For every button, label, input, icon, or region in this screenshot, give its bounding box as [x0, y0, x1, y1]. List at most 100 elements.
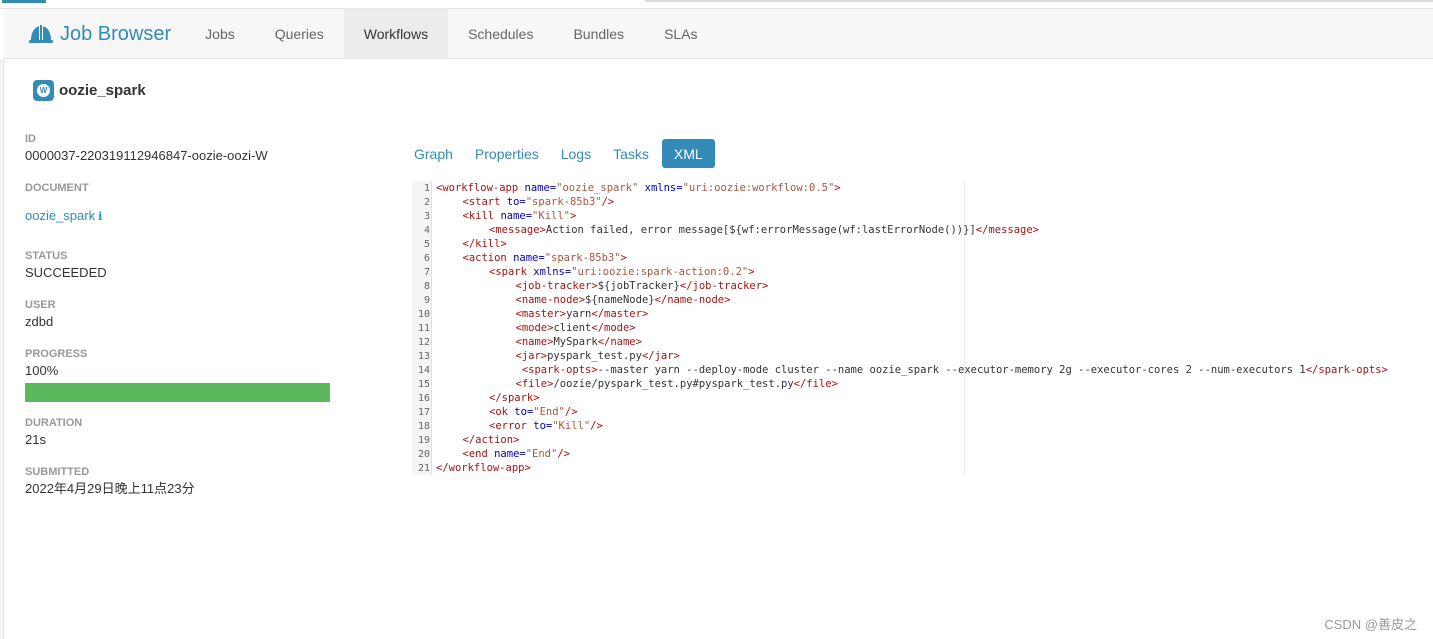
code-line: 5 </kill>	[412, 237, 1433, 251]
tab-graph[interactable]: Graph	[405, 139, 462, 168]
code-text: <name-node>${nameNode}</name-node>	[515, 294, 731, 306]
code-text: <workflow-app name="oozie_spark" xmlns="…	[436, 182, 841, 194]
code-text: <error to="Kill"/>	[489, 420, 603, 432]
watermark: CSDN @善皮之	[1324, 617, 1417, 632]
code-line: 17 <ok to="End"/>	[412, 405, 1433, 419]
navbar: Job Browser Jobs Queries Workflows Sched…	[4, 9, 1433, 59]
submitted-label: SUBMITTED	[25, 466, 90, 478]
code-text: <action name="spark-85b3">	[462, 252, 627, 264]
field-submitted: SUBMITTED 2022年4月29日晚上11点23分	[25, 466, 195, 497]
progress-label: PROGRESS	[25, 348, 88, 360]
field-progress: PROGRESS 100%	[25, 348, 330, 402]
workflow-title: oozie_spark	[59, 82, 146, 99]
document-row: oozie_spark i	[25, 208, 102, 224]
line-number: 2	[423, 196, 430, 208]
code-text: <ok to="End"/>	[489, 406, 578, 418]
brand[interactable]: Job Browser	[4, 9, 185, 59]
workflow-header: W oozie_spark	[33, 80, 146, 101]
line-number: 8	[423, 280, 430, 292]
code-line: 4 <message>Action failed, error message[$…	[412, 223, 1433, 237]
line-number: 19	[417, 434, 430, 446]
line-number: 1	[423, 182, 430, 194]
line-number: 3	[423, 210, 430, 222]
nav-tab-queries[interactable]: Queries	[255, 9, 344, 59]
line-number: 16	[417, 392, 430, 404]
code-text: <jar>pyspark_test.py</jar>	[515, 350, 680, 362]
code-line: 13 <jar>pyspark_test.py</jar>	[412, 349, 1433, 363]
code-line: 8 <job-tracker>${jobTracker}</job-tracker…	[412, 279, 1433, 293]
line-number: 18	[417, 420, 430, 432]
submitted-value: 2022年4月29日晚上11点23分	[25, 481, 195, 496]
xml-code: 1 <workflow-app name="oozie_spark" xmlns=…	[412, 181, 1433, 475]
line-number: 14	[417, 364, 430, 376]
hardhat-icon	[29, 24, 53, 43]
code-line: 16 </spark>	[412, 391, 1433, 405]
code-line: 20 <end name="End"/>	[412, 447, 1433, 461]
code-line: 19 </action>	[412, 433, 1433, 447]
code-line: 15 <file>/oozie/pyspark_test.py#pyspark_t…	[412, 377, 1433, 391]
xml-editor[interactable]: 1 <workflow-app name="oozie_spark" xmlns=…	[412, 181, 1388, 475]
field-duration: DURATION 21s	[25, 417, 82, 448]
code-line: 1 <workflow-app name="oozie_spark" xmlns=…	[412, 181, 1433, 195]
line-number: 10	[417, 308, 430, 320]
code-line: 6 <action name="spark-85b3">	[412, 251, 1433, 265]
tab-xml[interactable]: XML	[661, 139, 715, 168]
line-number: 15	[417, 378, 430, 390]
nav-tab-slas[interactable]: SLAs	[644, 9, 717, 59]
line-number: 5	[423, 238, 430, 250]
code-line: 10 <master>yarn</master>	[412, 307, 1433, 321]
nav-tab-jobs[interactable]: Jobs	[185, 9, 255, 59]
tab-tasks[interactable]: Tasks	[604, 139, 658, 168]
field-document: DOCUMENT oozie_spark i	[25, 182, 102, 224]
top-strip	[0, 0, 1433, 9]
tab-logs[interactable]: Logs	[552, 139, 600, 168]
id-label: ID	[25, 133, 36, 145]
user-value: zdbd	[25, 314, 54, 329]
line-number: 12	[417, 336, 430, 348]
line-number: 17	[417, 406, 430, 418]
status-label: STATUS	[25, 250, 68, 262]
status-value: SUCCEEDED	[25, 265, 107, 280]
code-line: 18 <error to="Kill"/>	[412, 419, 1433, 433]
line-number: 4	[423, 224, 430, 236]
top-accent	[2, 0, 46, 3]
code-line: 3 <kill name="Kill">	[412, 209, 1433, 223]
code-line: 2 <start to="spark-85b3"/>	[412, 195, 1433, 209]
code-text: </kill>	[462, 238, 507, 250]
document-label: DOCUMENT	[25, 182, 89, 194]
code-line: 12 <name>MySpark</name>	[412, 335, 1433, 349]
nav-tab-workflows[interactable]: Workflows	[343, 9, 449, 59]
code-text: <master>yarn</master>	[515, 308, 649, 320]
line-number: 7	[423, 266, 430, 278]
nav-tab-schedules[interactable]: Schedules	[448, 9, 553, 59]
code-text: <name>MySpark</name>	[515, 336, 642, 348]
brand-title: Job Browser	[60, 22, 172, 45]
progress-bar	[25, 383, 330, 402]
info-icon[interactable]: i	[98, 210, 102, 223]
code-text: <spark xmlns="uri:oozie:spark-action:0.2…	[489, 266, 755, 278]
code-line: 21 </workflow-app>	[412, 461, 1433, 475]
code-text: <start to="spark-85b3"/>	[462, 196, 615, 208]
code-text: <end name="End"/>	[462, 448, 570, 460]
code-text: <mode>client</mode>	[515, 322, 636, 334]
top-line	[645, 0, 1433, 2]
line-number: 11	[417, 322, 430, 334]
code-line: 14 <spark-opts>--master yarn --deploy-mo…	[412, 363, 1433, 377]
code-line: 9 <name-node>${nameNode}</name-node>	[412, 293, 1433, 307]
code-text: </workflow-app>	[436, 462, 531, 474]
user-label: USER	[25, 299, 56, 311]
line-number: 9	[423, 294, 430, 306]
code-text: <message>Action failed, error message[${…	[489, 224, 1039, 236]
document-link[interactable]: oozie_spark	[25, 208, 95, 224]
progress-value: 100%	[25, 363, 59, 378]
line-number: 20	[417, 448, 430, 460]
code-text: <spark-opts>--master yarn --deploy-mode …	[515, 364, 1388, 376]
duration-value: 21s	[25, 432, 46, 447]
left-border	[0, 59, 4, 639]
field-status: STATUS SUCCEEDED	[25, 250, 107, 281]
detail-tabs: Graph Properties Logs Tasks XML	[405, 139, 719, 168]
code-text: </action>	[462, 434, 520, 446]
tab-properties[interactable]: Properties	[466, 139, 548, 168]
workflow-badge-letter: W	[37, 84, 50, 97]
nav-tab-bundles[interactable]: Bundles	[553, 9, 644, 59]
